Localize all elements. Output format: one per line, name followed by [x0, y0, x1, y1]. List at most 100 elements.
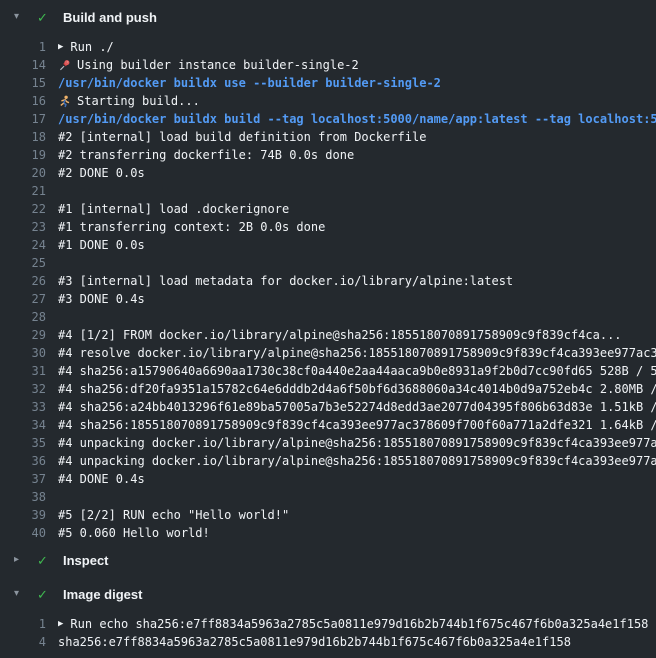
- play-icon[interactable]: ▶: [58, 38, 63, 56]
- log-text: ▶Run ./: [46, 38, 656, 56]
- log-text-content: #4 sha256:a24bb4013296f61e89ba57005a7b3e…: [58, 398, 656, 416]
- chevron-right-icon[interactable]: ▸: [14, 555, 28, 565]
- log-line[interactable]: 28: [0, 308, 656, 326]
- play-icon[interactable]: ▶: [58, 615, 63, 633]
- log-text-content: #4 unpacking docker.io/library/alpine@sh…: [58, 452, 656, 470]
- line-number[interactable]: 31: [0, 362, 46, 380]
- log-line[interactable]: 35#4 unpacking docker.io/library/alpine@…: [0, 434, 656, 452]
- log-line[interactable]: 16Starting build...: [0, 92, 656, 110]
- line-number[interactable]: 36: [0, 452, 46, 470]
- log-text-content: #5 [2/2] RUN echo "Hello world!": [58, 506, 289, 524]
- line-number[interactable]: 24: [0, 236, 46, 254]
- log-text-content: #3 [internal] load metadata for docker.i…: [58, 272, 513, 290]
- line-number[interactable]: 26: [0, 272, 46, 290]
- line-number[interactable]: 40: [0, 524, 46, 542]
- log-section-inspect: ▸✓Inspect: [0, 543, 656, 577]
- line-number[interactable]: 18: [0, 128, 46, 146]
- line-number[interactable]: 38: [0, 488, 46, 506]
- log-line[interactable]: 27#3 DONE 0.4s: [0, 290, 656, 308]
- section-header-image-digest[interactable]: ▾✓Image digest: [0, 577, 656, 611]
- log-line[interactable]: 14Using builder instance builder-single-…: [0, 56, 656, 74]
- log-text: #2 [internal] load build definition from…: [46, 128, 656, 146]
- line-number[interactable]: 19: [0, 146, 46, 164]
- log-line[interactable]: 24 #1 DONE 0.0s: [0, 236, 656, 254]
- log-line[interactable]: 22#1 [internal] load .dockerignore: [0, 200, 656, 218]
- line-number[interactable]: 20: [0, 164, 46, 182]
- line-number[interactable]: 29: [0, 326, 46, 344]
- log-text-content: #4 sha256:df20fa9351a15782c64e6dddb2d4a6…: [58, 380, 656, 398]
- log-text-content: #1 DONE 0.0s: [58, 236, 145, 254]
- line-number[interactable]: 33: [0, 398, 46, 416]
- log-line[interactable]: 36 #4 unpacking docker.io/library/alpine@…: [0, 452, 656, 470]
- log-text-content: #5 0.060 Hello world!: [58, 524, 210, 542]
- log-text: /usr/bin/docker buildx build --tag local…: [46, 110, 656, 128]
- log-line[interactable]: 32 #4 sha256:df20fa9351a15782c64e6dddb2d4…: [0, 380, 656, 398]
- log-line[interactable]: 17/usr/bin/docker buildx build --tag loc…: [0, 110, 656, 128]
- log-line[interactable]: 29#4 [1/2] FROM docker.io/library/alpine…: [0, 326, 656, 344]
- chevron-down-icon[interactable]: ▾: [14, 589, 28, 599]
- line-number[interactable]: 16: [0, 92, 46, 110]
- log-text: #3 [internal] load metadata for docker.i…: [46, 272, 656, 290]
- log-line[interactable]: 23 #1 transferring context: 2B 0.0s done: [0, 218, 656, 236]
- line-number[interactable]: 17: [0, 110, 46, 128]
- line-number[interactable]: 37: [0, 470, 46, 488]
- line-number[interactable]: 21: [0, 182, 46, 200]
- log-line[interactable]: 18#2 [internal] load build definition fr…: [0, 128, 656, 146]
- log-line[interactable]: 21: [0, 182, 656, 200]
- log-line[interactable]: 1▶Run ./: [0, 38, 656, 56]
- line-number[interactable]: 4: [0, 633, 46, 651]
- line-number[interactable]: 30: [0, 344, 46, 362]
- log-line[interactable]: 34#4 sha256:185518070891758909c9f839cf4c…: [0, 416, 656, 434]
- log-section-image-digest: ▾✓Image digest 1 ▶ Run echo sha256:e7ff8834…: [0, 577, 656, 652]
- log-text-content: /usr/bin/docker buildx build --tag local…: [58, 110, 656, 128]
- log-line[interactable]: 1 ▶ Run echo sha256:e7ff8834a5963a2785c5a0…: [0, 615, 656, 633]
- log-line[interactable]: 40 #5 0.060 Hello world!: [0, 524, 656, 542]
- log-text-content: #4 DONE 0.4s: [58, 470, 145, 488]
- line-number[interactable]: 28: [0, 308, 46, 326]
- log-line[interactable]: 39 #5 [2/2] RUN echo "Hello world!": [0, 506, 656, 524]
- line-number[interactable]: 32: [0, 380, 46, 398]
- runner-icon: [58, 95, 71, 108]
- log-text: #4 sha256:185518070891758909c9f839cf4ca3…: [46, 416, 656, 434]
- line-number[interactable]: 34: [0, 416, 46, 434]
- line-number[interactable]: 39: [0, 506, 46, 524]
- log-line[interactable]: 38: [0, 488, 656, 506]
- log-text: #5 0.060 Hello world!: [46, 524, 656, 542]
- log-text: Starting build...: [46, 92, 656, 110]
- chevron-down-icon[interactable]: ▾: [14, 12, 28, 22]
- log-line[interactable]: 31#4 sha256:a15790640a6690aa1730c38cf0a4…: [0, 362, 656, 380]
- line-number[interactable]: 27: [0, 290, 46, 308]
- section-header-inspect[interactable]: ▸✓Inspect: [0, 543, 656, 577]
- line-number[interactable]: 14: [0, 56, 46, 74]
- line-number[interactable]: 22: [0, 200, 46, 218]
- log-text: #4 DONE 0.4s: [46, 470, 656, 488]
- line-number[interactable]: 1: [0, 38, 46, 56]
- log-text-content: #2 transferring dockerfile: 74B 0.0s don…: [58, 146, 354, 164]
- check-icon: ✓: [37, 554, 52, 567]
- log-line[interactable]: 19 #2 transferring dockerfile: 74B 0.0s d…: [0, 146, 656, 164]
- log-text: Using builder instance builder-single-2: [46, 56, 656, 74]
- log-line[interactable]: 33 #4 sha256:a24bb4013296f61e89ba57005a7b…: [0, 398, 656, 416]
- log-text-content: #2 DONE 0.0s: [58, 164, 145, 182]
- section-body-image-digest: 1 ▶ Run echo sha256:e7ff8834a5963a2785c5a0…: [0, 611, 656, 652]
- log-line[interactable]: 20 #2 DONE 0.0s: [0, 164, 656, 182]
- pushpin-icon: [58, 59, 71, 72]
- log-text-content: #1 transferring context: 2B 0.0s done: [58, 218, 325, 236]
- log-line[interactable]: 30#4 resolve docker.io/library/alpine@sh…: [0, 344, 656, 362]
- line-number[interactable]: 25: [0, 254, 46, 272]
- log-line[interactable]: 15/usr/bin/docker buildx use --builder b…: [0, 74, 656, 92]
- section-header-build-and-push[interactable]: ▾✓Build and push: [0, 0, 656, 34]
- log-line[interactable]: 26 #3 [internal] load metadata for docker…: [0, 272, 656, 290]
- line-number[interactable]: 15: [0, 74, 46, 92]
- log-line[interactable]: 4sha256:e7ff8834a5963a2785c5a0811e979d16…: [0, 633, 656, 651]
- log-text: [46, 182, 656, 200]
- line-number[interactable]: 23: [0, 218, 46, 236]
- log-line[interactable]: 37 #4 DONE 0.4s: [0, 470, 656, 488]
- line-number[interactable]: 1: [0, 615, 46, 633]
- log-text: #4 unpacking docker.io/library/alpine@sh…: [46, 452, 656, 470]
- log-text-content: Run echo sha256:e7ff8834a5963a2785c5a081…: [70, 615, 648, 633]
- actions-log-viewer: ▾✓Build and push1▶Run ./14Using builder …: [0, 0, 656, 658]
- line-number[interactable]: 35: [0, 434, 46, 452]
- log-line[interactable]: 25: [0, 254, 656, 272]
- log-text: #1 transferring context: 2B 0.0s done: [46, 218, 656, 236]
